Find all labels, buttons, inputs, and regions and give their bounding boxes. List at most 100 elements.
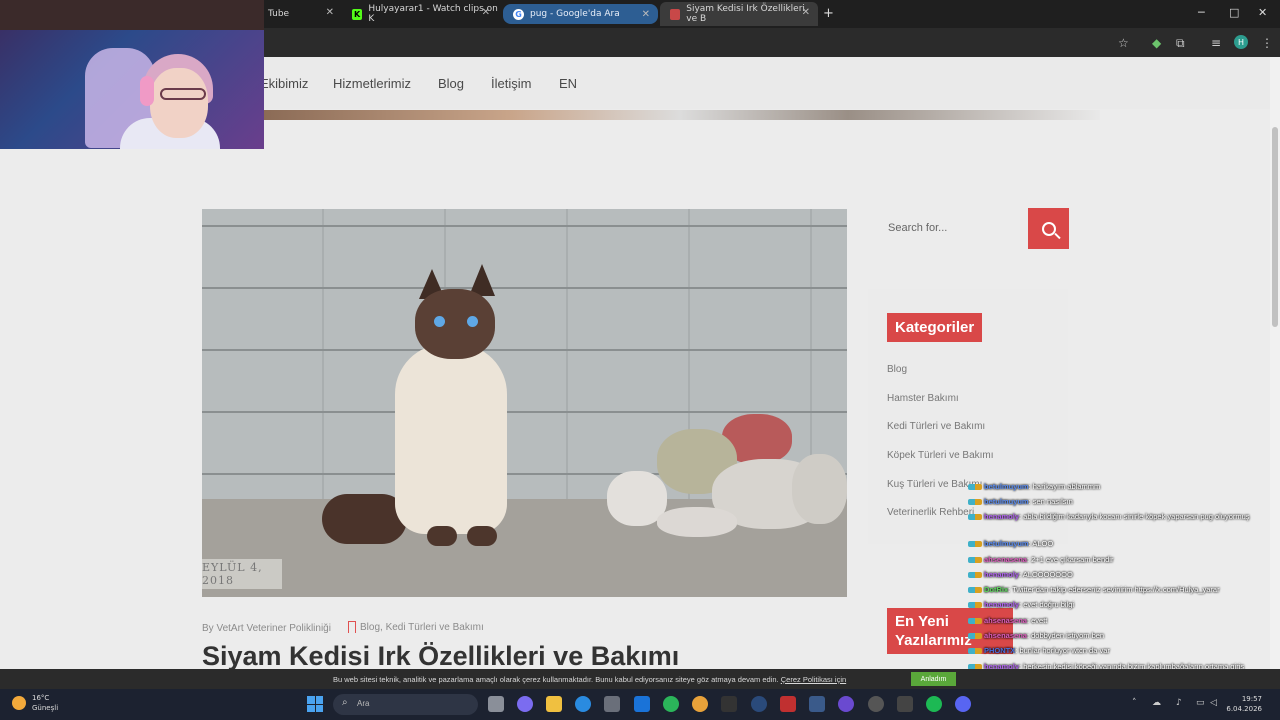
nav-language-en[interactable]: EN [559,76,577,91]
chat-username[interactable]: betulmuyum [984,539,1029,548]
chat-username[interactable]: betulmuyum [984,497,1029,506]
chat-badge-icon [968,572,982,579]
network-icon[interactable]: ▭ [1196,698,1205,708]
store-icon[interactable] [604,696,620,712]
weather-widget[interactable]: 16°C Güneşli [12,693,58,713]
tab-kick[interactable]: K Hulyayarar1 - Watch clips on K ✕ [342,2,498,26]
chat-username[interactable]: ahsenasena [984,616,1027,625]
chat-username[interactable]: henamoly [984,570,1019,579]
scroll-thumb[interactable] [1272,127,1278,327]
category-link[interactable]: Kedi Türleri ve Bakımı [887,421,985,432]
page-scrollbar[interactable] [1270,57,1280,669]
weather-temp: 16°C [32,694,50,702]
chat-username[interactable]: betulmuyum [984,482,1029,491]
chat-text: dobbyden istiyom ben [1031,631,1105,640]
nav-iletisim[interactable]: İletişim [491,76,531,91]
post-author[interactable]: By VetArt Veteriner Polikliniği [202,623,331,634]
profile-avatar[interactable]: H [1234,35,1248,49]
google-icon: G [513,8,524,20]
minimize-button[interactable]: ─ [1198,6,1205,19]
chat-username[interactable]: ahsenasena [984,631,1027,640]
app-red-icon[interactable] [780,696,796,712]
chat-badge-icon [968,514,982,521]
close-tab-icon[interactable]: ✕ [802,7,810,18]
chat-text: evet doğru bilgi [1023,600,1075,609]
edge-icon[interactable] [575,696,591,712]
chat-username[interactable]: henamoly [984,600,1019,609]
epic-games-icon[interactable] [721,696,737,712]
outlook-icon[interactable] [634,696,650,712]
post-title: Siyam Kedisi Irk Özellikleri ve Bakımı [202,641,680,671]
microphone-icon[interactable]: ♪ [1176,698,1182,708]
reading-list-icon[interactable]: ≡ [1211,36,1221,50]
task-view-icon[interactable] [488,696,504,712]
extensions-icon[interactable]: ⧉ [1176,36,1185,51]
tab-youtube[interactable]: Tube ✕ [258,2,342,26]
maximize-button[interactable]: □ [1229,6,1239,19]
cookie-banner: Bu web sitesi teknik, analitik ve pazarl… [0,669,1280,689]
tab-google[interactable]: G pug - Google'da Ara ✕ [503,4,658,24]
chat-text: 2+1 eve çıkarsam bendir [1031,555,1114,564]
taskbar-search-input[interactable]: Ara [333,694,478,715]
chat-badge-icon [968,499,982,506]
app-purple-icon[interactable] [838,696,854,712]
cookie-policy-link[interactable]: Çerez Politikası için [781,675,846,684]
volume-icon[interactable]: ◁ [1210,698,1217,708]
chat-badge-icon [968,541,982,548]
app-gray-icon[interactable] [897,696,913,712]
close-tab-icon[interactable]: ✕ [642,9,650,20]
close-tab-icon[interactable]: ✕ [482,7,490,18]
nav-hizmetlerimiz[interactable]: Hizmetlerimiz [333,76,411,91]
extension-shield-icon[interactable]: ◆ [1152,36,1161,50]
search-input[interactable]: Search for... [868,208,1028,249]
steam-icon[interactable] [751,696,767,712]
stone [657,507,737,537]
close-tab-icon[interactable]: ✕ [326,7,334,18]
category-link[interactable]: Blog [887,364,907,375]
chat-username[interactable]: henamoly [984,512,1019,521]
windows-taskbar: 16°C Güneşli Ara ˄ ☁ ♪ ▭ ◁ 19:57 6.04.20… [0,689,1280,720]
chat-username[interactable]: DotRix [984,585,1008,594]
chat-badge-icon [968,633,982,640]
clock-date: 6.04.2026 [1226,705,1262,713]
chat-message: henamoly: ALOOOOOOO [968,570,1073,579]
menu-kebab-icon[interactable]: ⋮ [1261,36,1273,50]
chat-text: Twitter'dan takip ederseniz sevinirim ht… [1012,585,1220,594]
chrome-icon[interactable] [692,696,708,712]
chat-username[interactable]: PHONTX [984,646,1015,655]
nav-ekibimiz[interactable]: Ekibimiz [260,76,308,91]
app-blue-icon[interactable] [809,696,825,712]
bookmark-star-icon[interactable]: ☆ [1118,36,1129,50]
search-button[interactable] [1028,208,1069,249]
xbox-icon[interactable] [663,696,679,712]
obs-icon[interactable] [868,696,884,712]
category-link[interactable]: Köpek Türleri ve Bakımı [887,450,994,461]
category-link[interactable]: Hamster Bakımı [887,393,959,404]
cookie-message: Bu web sitesi teknik, analitik ve pazarl… [333,675,779,684]
taskbar-clock[interactable]: 19:57 6.04.2026 [1222,694,1262,714]
category-link[interactable]: Veterinerlik Rehberi [887,507,974,518]
sun-icon [12,696,26,710]
discord-icon[interactable] [955,696,971,712]
chat-message: betulmuyum: harikayım ablammm [968,482,1100,491]
spotify-icon[interactable] [926,696,942,712]
windows-start-icon[interactable] [307,696,323,712]
file-explorer-icon[interactable] [546,696,562,712]
tray-chevron-icon[interactable]: ˄ [1132,698,1137,708]
chat-message: henamoly: evet doğru bilgi [968,600,1074,609]
new-tab-button[interactable]: + [823,6,834,21]
close-window-button[interactable]: ✕ [1258,6,1267,19]
search-icon [1041,221,1056,236]
post-categories-text[interactable]: Blog, Kedi Türleri ve Bakımı [360,622,484,633]
copilot-icon[interactable] [517,696,533,712]
cookie-accept-button[interactable]: Anladım [911,672,956,686]
post-categories[interactable]: Blog, Kedi Türleri ve Bakımı [348,621,484,633]
tab-siyam[interactable]: Siyam Kedisi Irk Özellikleri ve B ✕ [660,2,818,26]
chat-message: ahsenasena: 2+1 eve çıkarsam bendir [968,555,1113,564]
chat-username[interactable]: ahsenasena [984,555,1027,564]
chat-text: sen nasılsın [1032,497,1073,506]
tray-cloud-icon[interactable]: ☁ [1152,698,1161,708]
chat-text: harikayım ablammm [1032,482,1101,491]
post-featured-image[interactable]: EYLÜL 4, 2018 [202,209,847,597]
nav-blog[interactable]: Blog [438,76,464,91]
